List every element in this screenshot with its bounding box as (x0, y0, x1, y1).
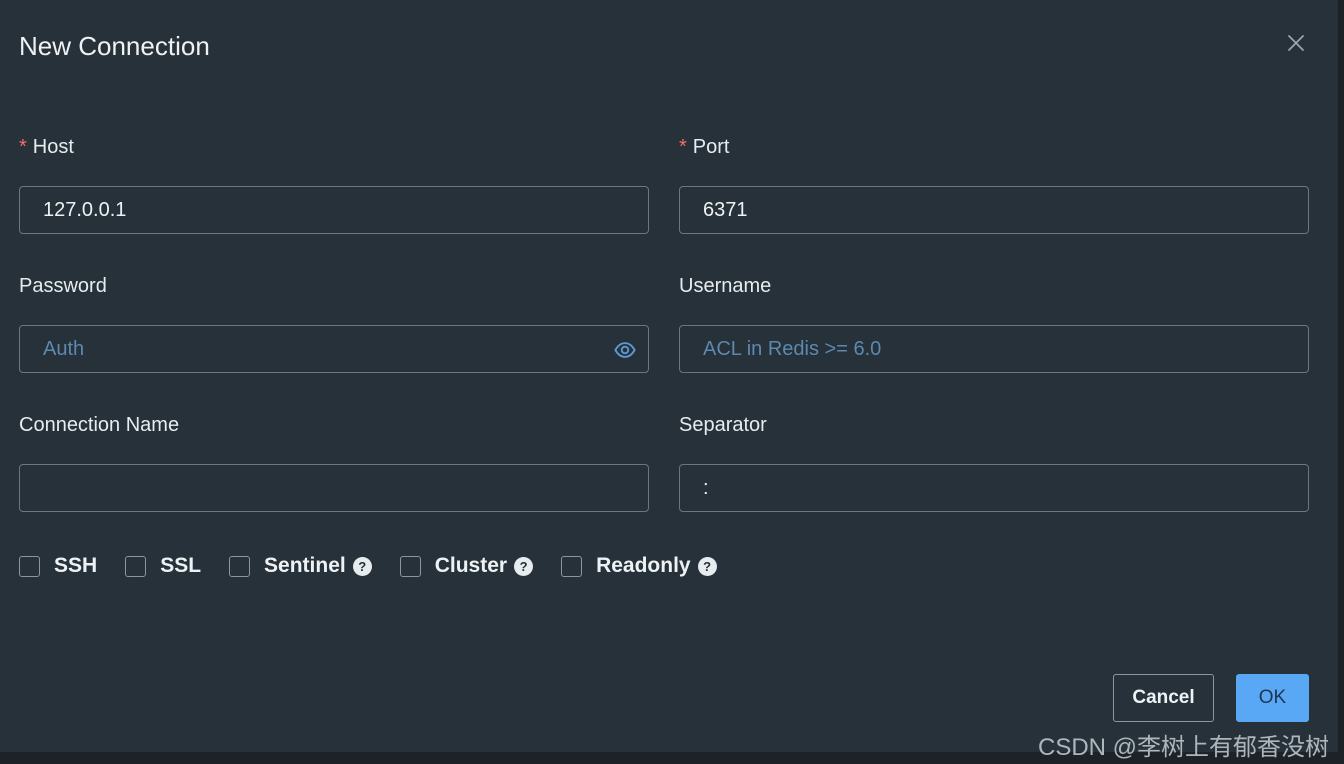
password-input[interactable] (20, 326, 648, 372)
connection-name-label: Connection Name (19, 414, 180, 436)
host-input-wrapper (19, 186, 649, 234)
connection-name-input-wrapper (19, 464, 649, 512)
sentinel-label: Sentinel (264, 554, 346, 577)
ssl-label: SSL (160, 554, 202, 577)
readonly-label: Readonly (596, 554, 691, 577)
username-label: Username (679, 275, 772, 297)
host-label-text: Host (32, 136, 74, 158)
ssh-label: SSH (54, 554, 98, 577)
connection-name-input[interactable] (20, 465, 648, 511)
ssl-checkbox[interactable]: SSL (125, 554, 201, 578)
host-input[interactable] (20, 187, 648, 233)
help-icon[interactable]: ? (352, 556, 372, 576)
host-label: * Host (19, 136, 74, 159)
required-mark: * (679, 136, 687, 158)
close-icon[interactable] (1284, 31, 1308, 55)
new-connection-dialog: New Connection *Host *Port Password User… (0, 0, 1338, 752)
cancel-button[interactable]: Cancel (1113, 674, 1214, 722)
cluster-label: Cluster (434, 554, 508, 577)
port-label-text: Port (692, 136, 730, 158)
help-icon[interactable]: ? (514, 556, 534, 576)
password-input-wrapper (19, 325, 649, 373)
ok-button[interactable]: OK (1236, 674, 1309, 722)
checkbox-box[interactable] (399, 555, 421, 577)
cluster-checkbox[interactable]: Cluster ? (399, 554, 534, 578)
username-input[interactable] (680, 326, 1308, 372)
password-label: Password (19, 275, 107, 297)
separator-input[interactable] (680, 465, 1308, 511)
checkbox-box[interactable] (125, 555, 147, 577)
checkbox-box[interactable] (229, 555, 251, 577)
readonly-checkbox[interactable]: Readonly ? (561, 554, 717, 578)
port-input[interactable] (680, 187, 1308, 233)
port-input-wrapper (679, 186, 1309, 234)
eye-icon[interactable] (614, 339, 636, 361)
ssh-checkbox[interactable]: SSH (19, 554, 97, 578)
watermark: CSDN @李树上有郁香没树 (1038, 734, 1330, 761)
help-icon[interactable]: ? (697, 556, 717, 576)
sentinel-checkbox[interactable]: Sentinel ? (229, 554, 372, 578)
connection-options: SSH SSL Sentinel ? Cluster ? Readonly ? (19, 552, 745, 580)
dialog-title: New Connection (19, 31, 210, 61)
port-label: * Port (679, 136, 729, 159)
required-mark: * (19, 136, 27, 158)
checkbox-box[interactable] (561, 555, 583, 577)
separator-label: Separator (679, 414, 767, 436)
separator-input-wrapper (679, 464, 1309, 512)
username-input-wrapper (679, 325, 1309, 373)
checkbox-box[interactable] (19, 555, 40, 577)
